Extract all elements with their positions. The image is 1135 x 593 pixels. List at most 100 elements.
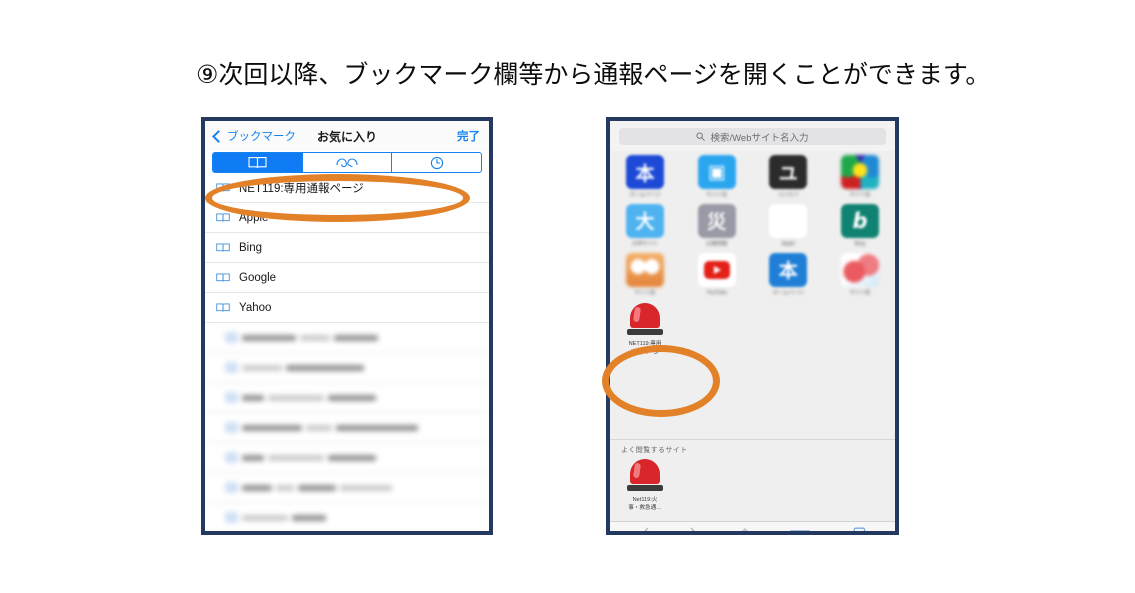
favorite-tile[interactable]: 災 災害情報 <box>694 203 740 249</box>
favorites-row: サイト名 YouTube 本 ホームページ サイト名 <box>610 252 895 298</box>
siren-icon <box>626 457 664 493</box>
list-item[interactable]: Google <box>205 263 489 293</box>
page-title: ⑨次回以降、ブックマーク欄等から通報ページを開くことができます。 <box>196 60 991 89</box>
bookmark-book-icon <box>225 362 238 373</box>
list-item[interactable]: Yahoo <box>205 293 489 323</box>
clock-icon <box>430 156 443 169</box>
favorites-grid[interactable]: 本 ホームページ ▣ サイト名 ユ ユニセフ サイト名 大 大学サイト 災 災害… <box>610 151 895 439</box>
favorite-tile[interactable]: b Bing <box>837 203 883 249</box>
list-item[interactable]: NET119:専用通報ページ <box>205 173 489 203</box>
list-item-redacted[interactable] <box>205 503 489 531</box>
site-icon <box>626 252 664 287</box>
favorite-tile[interactable]: ユ ユニセフ <box>765 155 811 200</box>
segment-reading-list[interactable] <box>303 153 393 172</box>
chevron-left-icon <box>212 129 225 143</box>
list-item-label: Yahoo <box>239 301 272 314</box>
favorite-tile-caption: ホームページ <box>772 289 804 296</box>
list-item-redacted[interactable] <box>205 353 489 383</box>
list-item-label: Apple <box>239 211 269 224</box>
bookmarks-screenshot: ブックマーク お気に入り 完了 NET119:専用通報ページ Apple Bin… <box>201 117 493 535</box>
favorite-tile-caption: サイト名 <box>706 192 728 198</box>
favorite-tile[interactable]: サイト名 <box>837 155 883 200</box>
tabs-icon[interactable] <box>849 527 866 535</box>
back-chevron-icon[interactable] <box>639 527 650 535</box>
caption-line-1: Net119:火 <box>632 497 658 503</box>
favorite-tile[interactable]: 本 ホームページ <box>765 252 811 298</box>
bookmarks-book-icon[interactable] <box>790 529 810 536</box>
site-icon: 大 <box>626 203 664 238</box>
segment-history[interactable] <box>392 153 481 172</box>
forward-chevron-icon[interactable] <box>689 527 700 535</box>
siren-icon <box>626 301 664 337</box>
favorite-tile[interactable]: ▣ サイト名 <box>694 155 740 200</box>
site-icon <box>840 155 879 189</box>
list-item[interactable]: Bing <box>205 233 489 263</box>
bookmark-book-icon <box>216 243 230 252</box>
book-icon <box>248 157 267 169</box>
bookmark-book-icon <box>216 273 230 282</box>
reading-glasses-icon <box>336 157 358 167</box>
frequent-sites-heading: よく閲覧するサイト <box>610 439 895 457</box>
favorite-tile-caption: サイト名 <box>634 289 656 296</box>
done-button[interactable]: 完了 <box>457 128 480 144</box>
site-icon: 本 <box>769 252 808 287</box>
share-icon[interactable] <box>738 527 752 536</box>
site-icon <box>840 252 879 287</box>
favorite-tile[interactable]: 本 ホームページ <box>622 155 668 200</box>
favorite-tile-caption: ホームページ <box>629 192 661 198</box>
favorites-row: 大 大学サイト 災 災害情報 Apple b Bing <box>610 203 895 249</box>
list-item[interactable]: Apple <box>205 203 489 233</box>
bookmark-book-icon <box>225 452 238 463</box>
list-item-redacted[interactable] <box>205 443 489 473</box>
apple-logo-icon <box>769 203 808 238</box>
bookmark-book-icon <box>216 183 230 192</box>
favorite-tile-caption: Apple <box>781 240 795 247</box>
youtube-logo-icon <box>697 252 736 287</box>
favorite-tile-caption: 大学サイト <box>632 240 658 247</box>
site-icon: ▣ <box>697 155 736 189</box>
favorite-tile-net119[interactable]: NET119:専用 通報ページ <box>622 301 668 357</box>
bookmark-book-icon <box>225 332 238 343</box>
site-icon: 本 <box>626 155 664 189</box>
list-item-redacted[interactable] <box>205 473 489 503</box>
caption-line-2: 事・救急通… <box>628 505 662 512</box>
favorite-tile[interactable]: YouTube <box>694 252 740 298</box>
bookmark-book-icon <box>225 422 238 433</box>
bookmark-book-icon <box>225 512 238 523</box>
search-input[interactable]: 検索/Webサイト名入力 <box>619 128 886 145</box>
favorites-header: 検索/Webサイト名入力 <box>610 121 895 151</box>
favorites-row: NET119:専用 通報ページ <box>610 301 895 357</box>
list-item-label: NET119:専用通報ページ <box>239 182 364 195</box>
bookmark-book-icon <box>225 392 238 403</box>
list-item-redacted[interactable] <box>205 323 489 353</box>
bookmarks-list[interactable]: NET119:専用通報ページ Apple Bing Google Yahoo <box>205 173 489 531</box>
list-item-redacted[interactable] <box>205 383 489 413</box>
search-placeholder: 検索/Webサイト名入力 <box>710 132 809 144</box>
caption-line-1: NET119:専用 <box>628 341 662 348</box>
favorite-tile[interactable]: 大 大学サイト <box>622 203 668 249</box>
frequent-site-caption: Net119:火 事・救急通… <box>622 496 668 513</box>
favorite-tile-caption: NET119:専用 通報ページ <box>622 340 668 357</box>
frequent-sites-list[interactable]: Net119:火 事・救急通… <box>610 457 895 521</box>
list-item-label: Google <box>239 271 277 284</box>
bookmark-book-icon <box>216 303 230 312</box>
favorite-tile-caption: 災害情報 <box>706 240 728 247</box>
list-item-redacted[interactable] <box>205 413 489 443</box>
back-to-bookmarks-button[interactable]: ブックマーク <box>212 128 296 144</box>
bookmarks-segmented-control[interactable] <box>212 152 482 173</box>
bookmark-book-icon <box>216 213 230 222</box>
favorite-tile-caption: Bing <box>854 240 866 247</box>
favorite-tile[interactable]: サイト名 <box>837 252 883 298</box>
safari-bottom-toolbar[interactable] <box>610 521 895 536</box>
segment-bookmarks[interactable] <box>213 153 303 172</box>
bookmark-book-icon <box>225 482 238 493</box>
frequent-site-tile[interactable]: Net119:火 事・救急通… <box>622 457 668 513</box>
bookmarks-navbar: ブックマーク お気に入り 完了 <box>205 121 489 151</box>
favorite-tile-caption: ユニセフ <box>777 192 799 198</box>
caption-line-2: 通報ページ <box>631 349 659 356</box>
favorite-tile[interactable]: サイト名 <box>622 252 668 298</box>
favorites-screenshot: 検索/Webサイト名入力 本 ホームページ ▣ サイト名 ユ ユニセフ サイト名 <box>606 117 899 535</box>
back-button-label: ブックマーク <box>227 131 296 143</box>
search-icon <box>696 132 706 141</box>
favorite-tile[interactable]: Apple <box>765 203 811 249</box>
